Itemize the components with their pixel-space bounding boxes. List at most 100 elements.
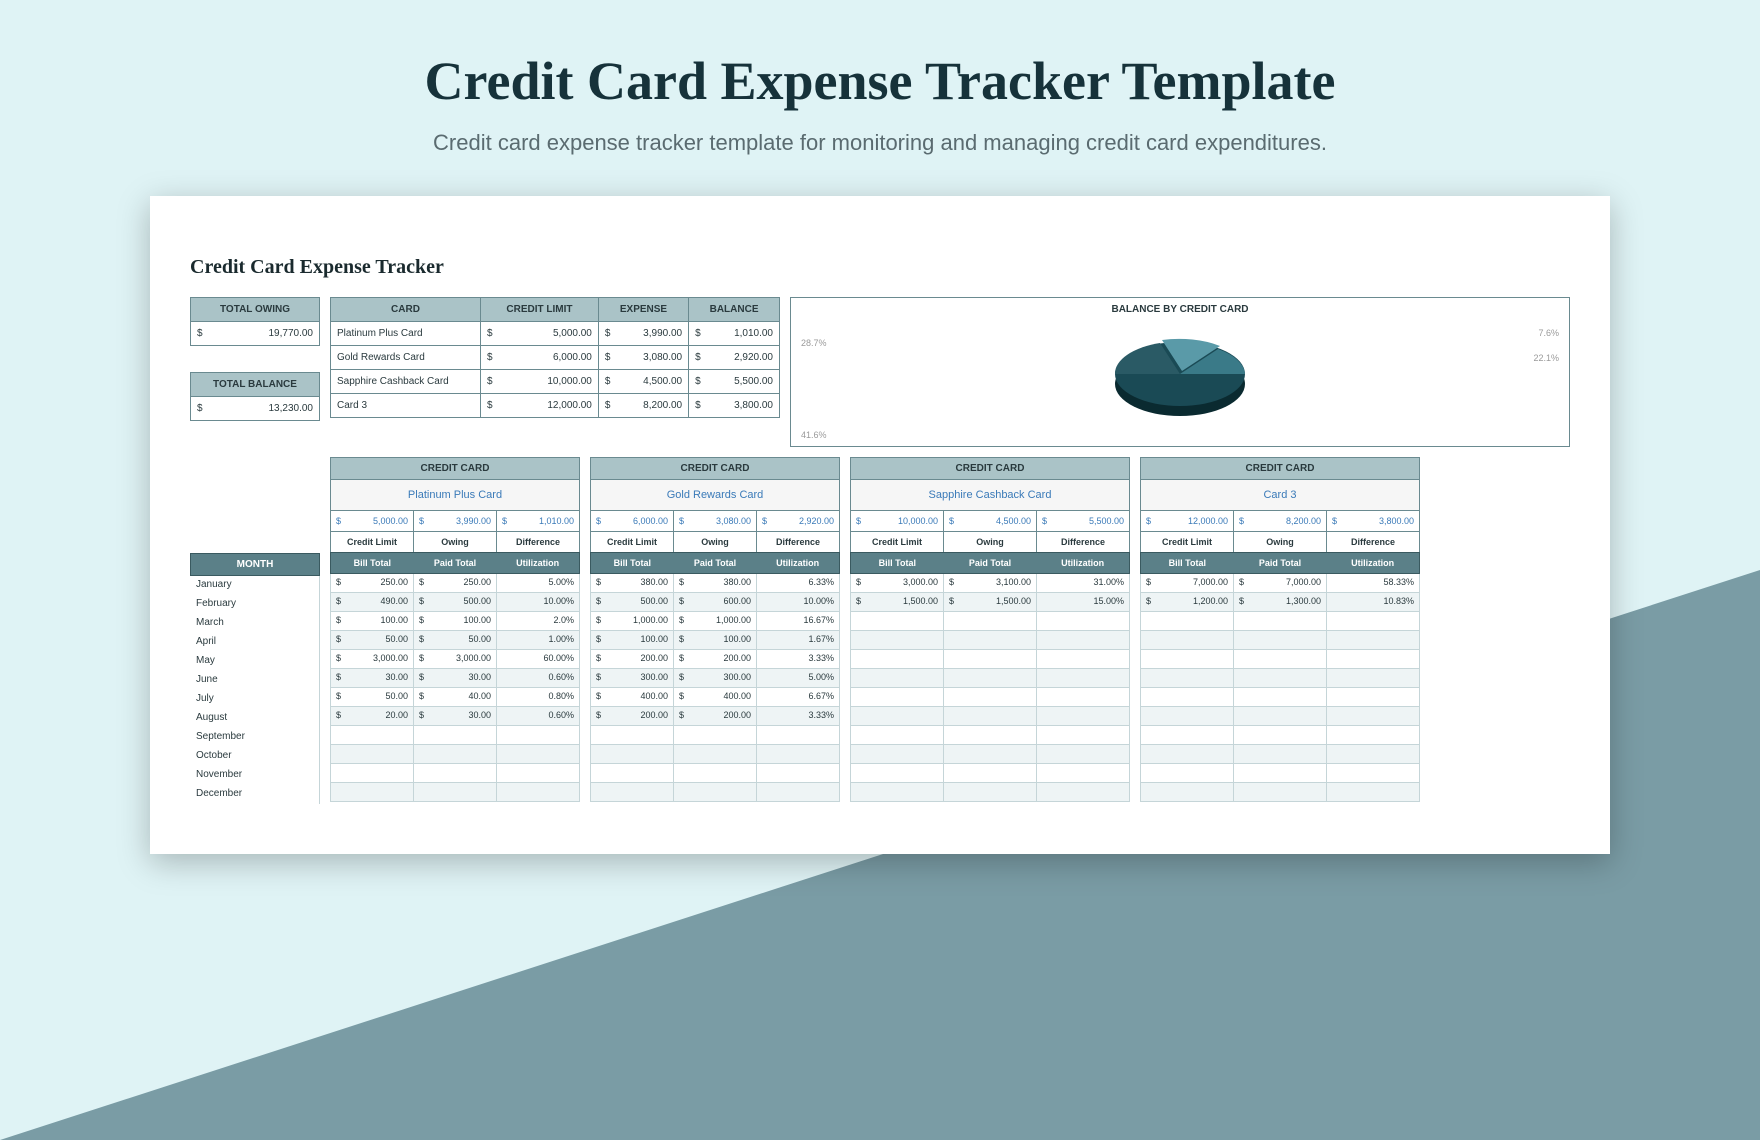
month-cell: February [190,595,320,614]
card-name: Gold Rewards Card [590,480,840,511]
card-data-row: $50.00$40.000.80% [330,688,580,707]
total-owing-value: $19,770.00 [190,322,320,346]
month-cell: December [190,785,320,804]
card-name: Card 3 [1140,480,1420,511]
card-empty-row [330,745,580,764]
card-empty-row [590,783,840,802]
card-header: CREDIT CARD [330,457,580,480]
card-data-row: $100.00$100.002.0% [330,612,580,631]
card-empty-row [850,726,1130,745]
pie-icon [1100,329,1260,429]
card-stats: $6,000.00$3,080.00$2,920.00 [590,511,840,532]
card-empty-row [850,612,1130,631]
card-data-row: $250.00$250.005.00% [330,574,580,593]
table-row: Card 3$12,000.00$8,200.00$3,800.00 [331,394,780,418]
card-data-row: $1,200.00$1,300.0010.83% [1140,593,1420,612]
summary-hdr-balance: BALANCE [689,298,780,322]
card-header: CREDIT CARD [1140,457,1420,480]
credit-card-block: CREDIT CARDPlatinum Plus Card$5,000.00$3… [330,457,580,802]
card-sublabels: Credit LimitOwingDifference [1140,532,1420,552]
month-cell: January [190,576,320,595]
card-stats: $10,000.00$4,500.00$5,500.00 [850,511,1130,532]
card-data-row: $30.00$30.000.60% [330,669,580,688]
table-row: Gold Rewards Card$6,000.00$3,080.00$2,92… [331,346,780,370]
card-data-row: $500.00$600.0010.00% [590,593,840,612]
card-stats: $5,000.00$3,990.00$1,010.00 [330,511,580,532]
total-balance-value: $13,230.00 [190,397,320,421]
card-empty-row [850,688,1130,707]
card-data-row: $1,000.00$1,000.0016.67% [590,612,840,631]
card-sublabels: Credit LimitOwingDifference [330,532,580,552]
credit-card-block: CREDIT CARDGold Rewards Card$6,000.00$3,… [590,457,840,802]
card-column-header: Bill TotalPaid TotalUtilization [1140,552,1420,574]
month-cell: April [190,633,320,652]
card-header: CREDIT CARD [590,457,840,480]
card-stats: $12,000.00$8,200.00$3,800.00 [1140,511,1420,532]
total-balance-label: TOTAL BALANCE [190,372,320,397]
card-data-row: $200.00$200.003.33% [590,707,840,726]
total-owing-block: TOTAL OWING $19,770.00 [190,297,320,346]
card-name: Sapphire Cashback Card [850,480,1130,511]
month-cell: September [190,728,320,747]
card-data-row: $380.00$380.006.33% [590,574,840,593]
month-column: MONTH JanuaryFebruaryMarchAprilMayJuneJu… [190,553,320,804]
card-empty-row [1140,650,1420,669]
card-data-row: $20.00$30.000.60% [330,707,580,726]
card-empty-row [1140,707,1420,726]
page-title: Credit Card Expense Tracker Template [0,0,1760,112]
card-column-header: Bill TotalPaid TotalUtilization [590,552,840,574]
card-empty-row [1140,688,1420,707]
summary-hdr-limit: CREDIT LIMIT [481,298,599,322]
card-empty-row [590,726,840,745]
card-data-row: $3,000.00$3,000.0060.00% [330,650,580,669]
summary-table: CARD CREDIT LIMIT EXPENSE BALANCE Platin… [330,297,780,418]
card-name: Platinum Plus Card [330,480,580,511]
card-data-row: $300.00$300.005.00% [590,669,840,688]
card-empty-row [1140,783,1420,802]
month-cell: November [190,766,320,785]
card-data-row: $7,000.00$7,000.0058.33% [1140,574,1420,593]
card-empty-row [850,745,1130,764]
credit-card-block: CREDIT CARDCard 3$12,000.00$8,200.00$3,8… [1140,457,1420,802]
month-cell: June [190,671,320,690]
total-balance-block: TOTAL BALANCE $13,230.00 [190,372,320,421]
card-column-header: Bill TotalPaid TotalUtilization [330,552,580,574]
card-data-row: $1,500.00$1,500.0015.00% [850,593,1130,612]
card-empty-row [590,745,840,764]
card-column-header: Bill TotalPaid TotalUtilization [850,552,1130,574]
sheet-title: Credit Card Expense Tracker [190,256,1570,279]
card-data-row: $200.00$200.003.33% [590,650,840,669]
month-cell: March [190,614,320,633]
month-cell: May [190,652,320,671]
credit-card-block: CREDIT CARDSapphire Cashback Card$10,000… [850,457,1130,802]
balance-pie-chart: BALANCE BY CREDIT CARD 28.7% 7.6% 22.1% … [790,297,1570,447]
month-cell: October [190,747,320,766]
card-empty-row [590,764,840,783]
card-sublabels: Credit LimitOwingDifference [590,532,840,552]
card-empty-row [1140,764,1420,783]
card-data-row: $50.00$50.001.00% [330,631,580,650]
card-header: CREDIT CARD [850,457,1130,480]
card-sublabels: Credit LimitOwingDifference [850,532,1130,552]
spreadsheet-preview: Credit Card Expense Tracker TOTAL OWING … [150,196,1610,854]
card-empty-row [1140,726,1420,745]
total-owing-label: TOTAL OWING [190,297,320,322]
table-row: Sapphire Cashback Card$10,000.00$4,500.0… [331,370,780,394]
card-empty-row [330,726,580,745]
card-empty-row [850,650,1130,669]
month-cell: July [190,690,320,709]
pct-22-1: 22.1% [1533,353,1559,363]
card-data-row: $3,000.00$3,100.0031.00% [850,574,1130,593]
card-empty-row [850,707,1130,726]
page-subtitle: Credit card expense tracker template for… [0,130,1760,156]
month-cell: August [190,709,320,728]
card-empty-row [1140,745,1420,764]
month-header: MONTH [190,553,320,576]
pct-28-7: 28.7% [801,338,827,348]
table-row: Platinum Plus Card$5,000.00$3,990.00$1,0… [331,322,780,346]
chart-title: BALANCE BY CREDIT CARD [791,298,1569,321]
card-empty-row [850,764,1130,783]
card-empty-row [330,783,580,802]
card-empty-row [330,764,580,783]
card-data-row: $100.00$100.001.67% [590,631,840,650]
